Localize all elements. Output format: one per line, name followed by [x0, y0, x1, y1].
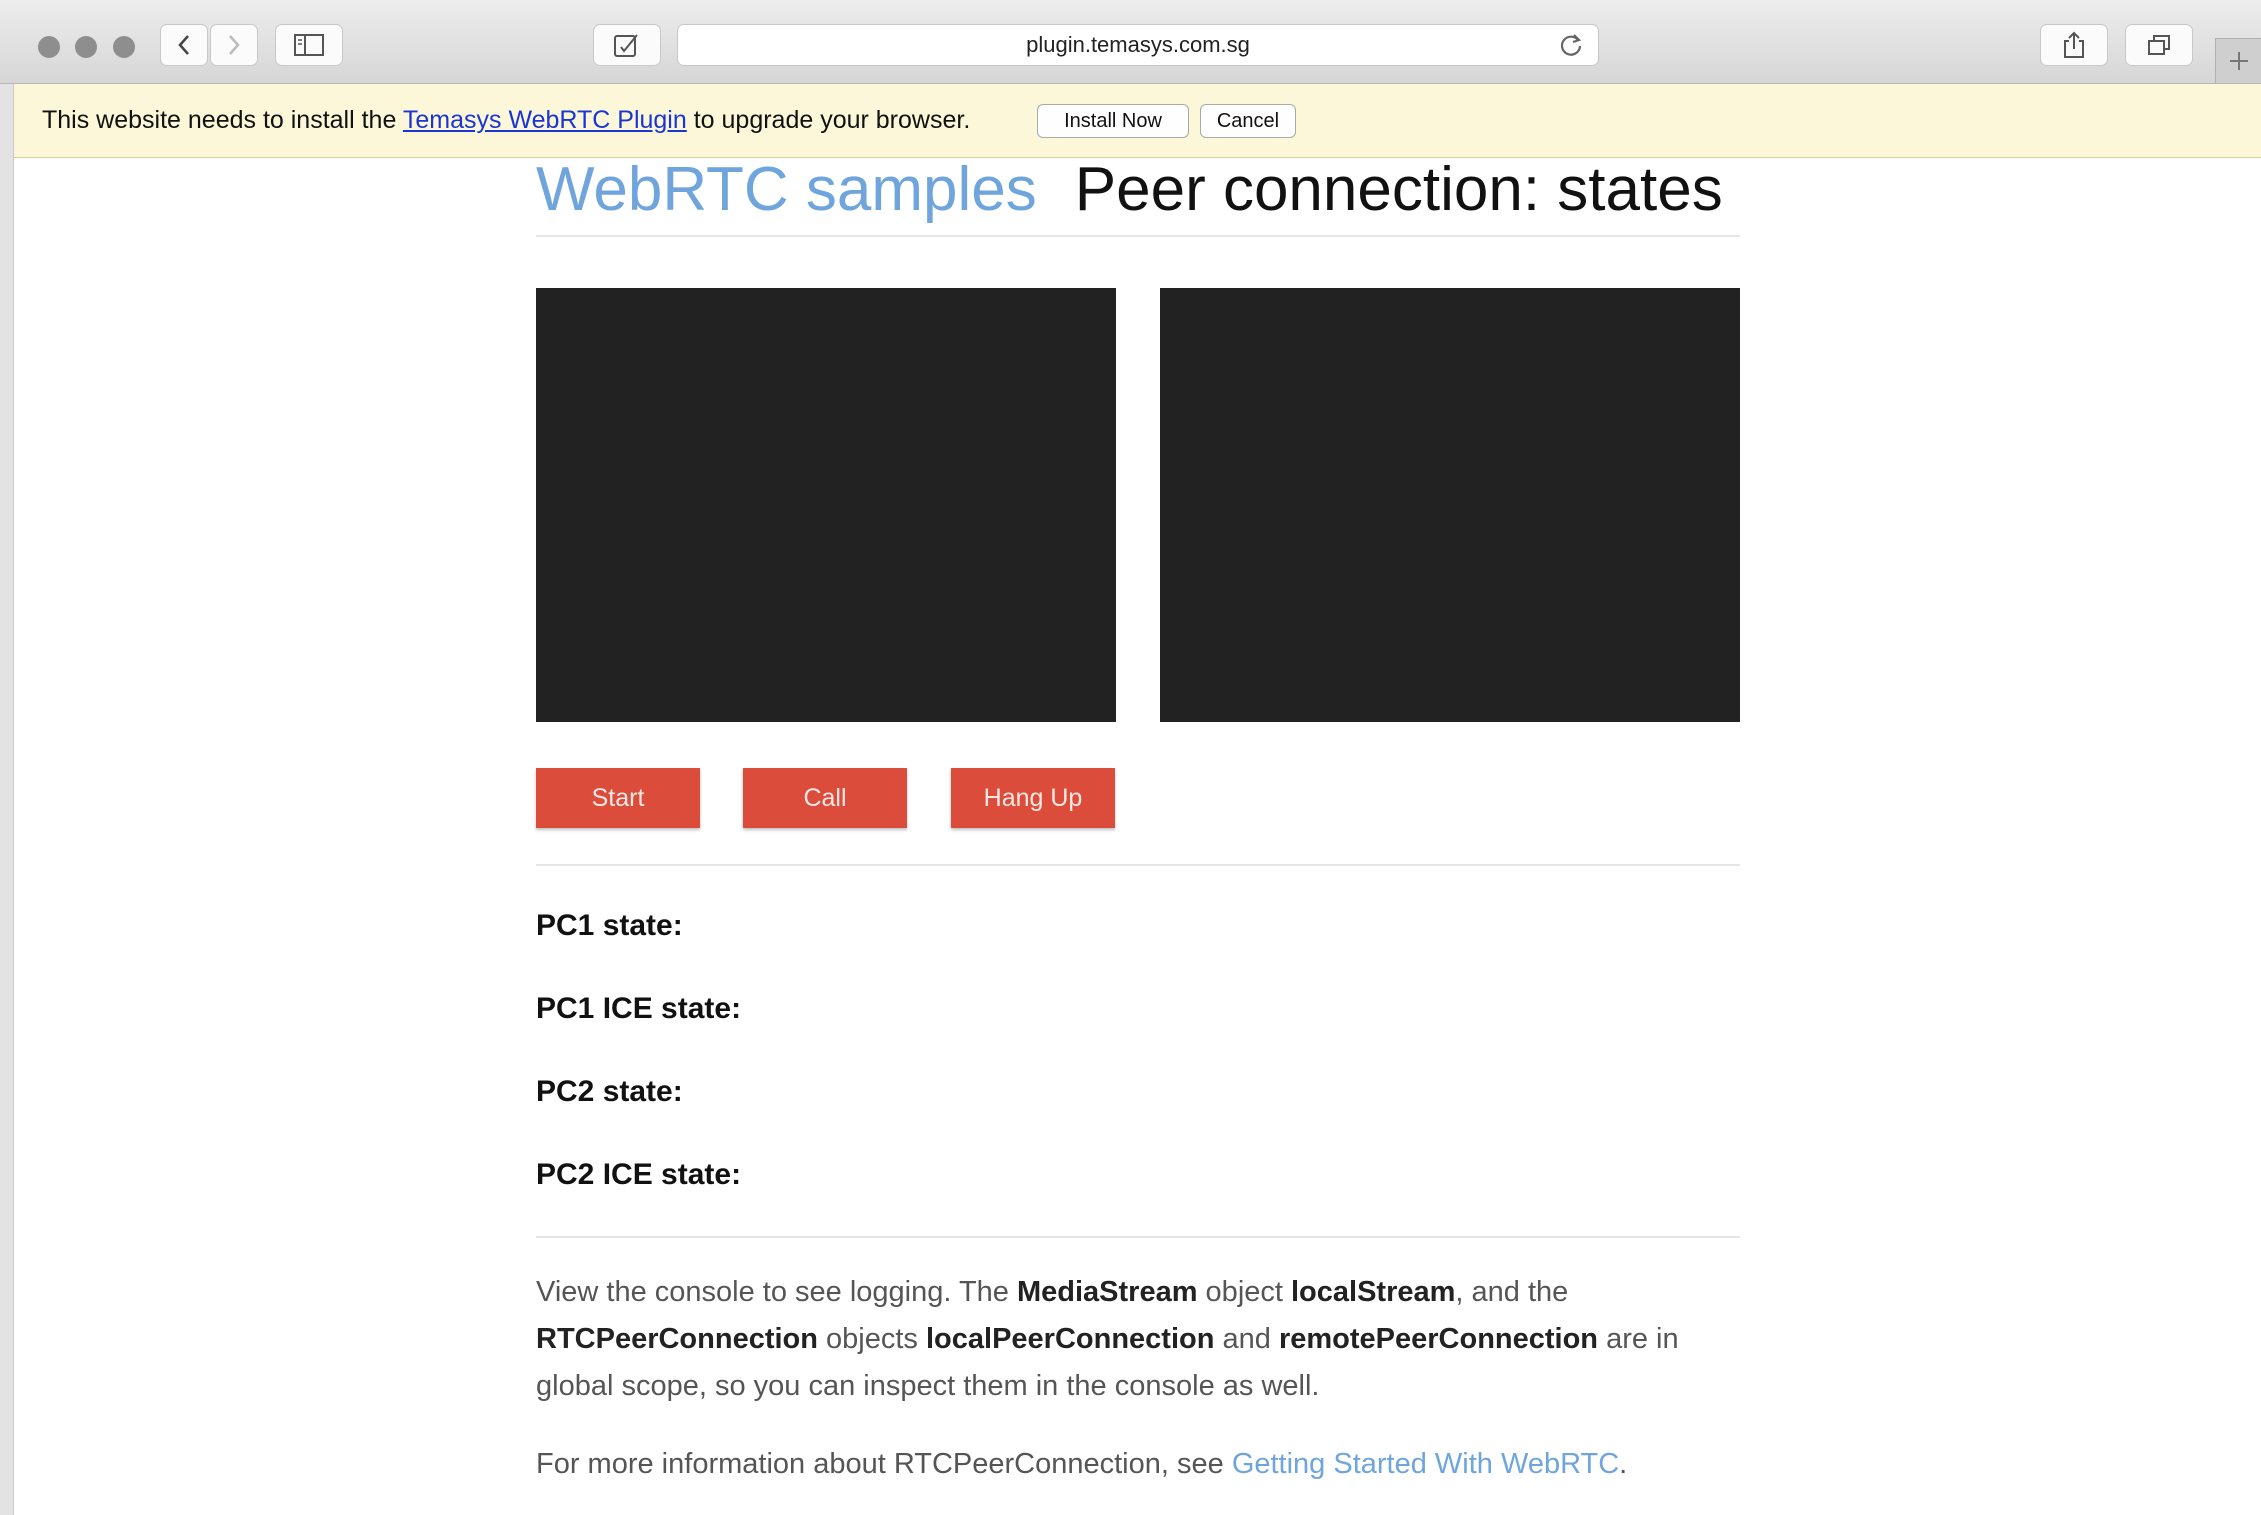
sidebar-icon — [294, 34, 324, 56]
notification-text-after: to upgrade your browser. — [686, 106, 971, 134]
tabs-icon — [2148, 35, 2170, 55]
para-text: , and the — [1455, 1276, 1569, 1308]
plugin-notification-bar: This website needs to install the Temasy… — [14, 84, 2261, 158]
states-divider — [536, 1236, 1740, 1238]
mediastream-term: MediaStream — [1016, 1276, 1198, 1308]
heading-divider — [536, 235, 1740, 237]
para-text: objects — [817, 1323, 926, 1355]
notification-text-before: This website needs to install the — [42, 106, 403, 134]
buttons-divider — [536, 864, 1740, 866]
share-icon — [2064, 31, 2084, 58]
para-text: object — [1197, 1276, 1291, 1308]
local-video — [536, 288, 1116, 722]
getting-started-link[interactable]: Getting Started With WebRTC — [1232, 1448, 1619, 1480]
forward-button[interactable] — [210, 24, 258, 66]
plus-icon — [2229, 52, 2248, 70]
call-button[interactable]: Call — [743, 768, 907, 828]
para-text: and — [1214, 1323, 1279, 1355]
remote-video — [1160, 288, 1740, 722]
new-tab-button[interactable] — [2215, 38, 2261, 83]
window-frame — [0, 84, 14, 1515]
edit-button[interactable] — [593, 24, 661, 66]
reload-icon[interactable] — [1558, 32, 1584, 58]
remotepeerconnection-term: remotePeerConnection — [1278, 1323, 1599, 1355]
localpeerconnection-term: localPeerConnection — [925, 1323, 1215, 1355]
rtcpeerconnection-term: RTCPeerConnection — [536, 1323, 818, 1355]
pc1-state-label: PC1 state: — [536, 909, 683, 942]
start-button[interactable]: Start — [536, 768, 700, 828]
pc2-state-label: PC2 state: — [536, 1075, 683, 1108]
brand-link[interactable]: WebRTC samples — [536, 155, 1037, 224]
page-heading: WebRTC samples Peer connection: states — [536, 150, 1723, 230]
forward-icon — [229, 35, 240, 55]
address-bar[interactable]: plugin.temasys.com.sg — [677, 24, 1599, 66]
page-title: Peer connection: states — [1074, 155, 1723, 224]
minimize-window-button[interactable] — [75, 36, 97, 58]
zoom-window-button[interactable] — [113, 36, 135, 58]
para-text: View the console to see logging. The — [536, 1276, 1017, 1308]
hangup-button[interactable]: Hang Up — [951, 768, 1115, 828]
console-info-paragraph: View the console to see logging. The Med… — [536, 1269, 1756, 1410]
para-text: . — [1619, 1448, 1628, 1480]
edit-icon — [614, 34, 638, 57]
sidebar-button[interactable] — [275, 24, 343, 66]
url-text[interactable]: plugin.temasys.com.sg — [678, 25, 1598, 65]
show-tabs-button[interactable] — [2125, 24, 2193, 66]
close-window-button[interactable] — [38, 36, 60, 58]
notification-message: This website needs to install the Temasy… — [42, 84, 970, 156]
plugin-link[interactable]: Temasys WebRTC Plugin — [403, 106, 687, 134]
back-icon — [178, 35, 189, 55]
localstream-term: localStream — [1291, 1276, 1456, 1308]
browser-toolbar: plugin.temasys.com.sg — [0, 0, 2261, 84]
pc1-ice-state-label: PC1 ICE state: — [536, 992, 742, 1025]
share-button[interactable] — [2040, 24, 2108, 66]
para-text: For more information about RTCPeerConnec… — [536, 1448, 1232, 1480]
install-now-button[interactable]: Install Now — [1037, 104, 1189, 138]
pc2-ice-state-label: PC2 ICE state: — [536, 1158, 742, 1191]
back-button[interactable] — [160, 24, 208, 66]
more-info-paragraph: For more information about RTCPeerConnec… — [536, 1441, 1756, 1488]
cancel-button[interactable]: Cancel — [1200, 104, 1296, 138]
